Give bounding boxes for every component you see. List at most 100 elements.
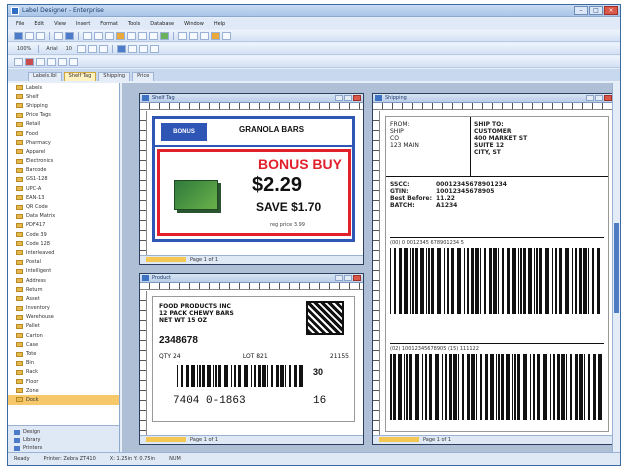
menu-insert[interactable]: Insert: [76, 21, 90, 27]
product-label[interactable]: FOOD PRODUCTS INC 12 PACK CHEWY BARS NET…: [152, 296, 355, 422]
tree-item[interactable]: Bin: [8, 359, 119, 368]
database-icon[interactable]: [211, 31, 220, 40]
panel-close-button[interactable]: [604, 95, 612, 101]
menu-format[interactable]: Format: [100, 21, 118, 27]
menu-view[interactable]: View: [54, 21, 66, 27]
minimize-button[interactable]: –: [574, 6, 588, 15]
menu-database[interactable]: Database: [150, 21, 174, 27]
rotate-icon[interactable]: [128, 44, 137, 53]
menu-window[interactable]: Window: [184, 21, 204, 27]
shipping-label[interactable]: FROM: SHIP CO 123 MAIN SHIP TO: CUSTOMER 400 …: [385, 116, 609, 432]
tree-item[interactable]: Rack: [8, 368, 119, 377]
panel-maximize-button[interactable]: [344, 95, 352, 101]
save-icon[interactable]: [36, 31, 45, 40]
tree-item[interactable]: Barcode: [8, 166, 119, 175]
bold-icon[interactable]: [77, 44, 86, 53]
close-button[interactable]: ×: [604, 6, 618, 15]
open-icon[interactable]: [25, 31, 34, 40]
tree-item[interactable]: Return: [8, 285, 119, 294]
tree-item[interactable]: PDF417: [8, 221, 119, 230]
sidebar-tab-design[interactable]: Design: [14, 428, 113, 436]
record-icon[interactable]: [25, 57, 34, 66]
shelf-tag-label[interactable]: BONUS GRANOLA BARS BONUS BUY $2.29 SAVE …: [152, 116, 355, 242]
menu-file[interactable]: File: [16, 21, 24, 27]
print-icon[interactable]: [54, 31, 63, 40]
italic-icon[interactable]: [88, 44, 97, 53]
print-preview-icon[interactable]: [65, 31, 74, 40]
tab-price[interactable]: Price: [132, 72, 155, 81]
menu-help[interactable]: Help: [214, 21, 225, 27]
next-record-icon[interactable]: [58, 57, 67, 66]
first-record-icon[interactable]: [36, 57, 45, 66]
line-tool-icon[interactable]: [138, 31, 147, 40]
tree-item[interactable]: UPC-A: [8, 184, 119, 193]
tab-labels[interactable]: Labels.lbl: [28, 72, 62, 81]
pointer-icon[interactable]: [14, 57, 23, 66]
maximize-button[interactable]: □: [589, 6, 603, 15]
tree-item[interactable]: Retail: [8, 120, 119, 129]
tree-item[interactable]: Intelligent: [8, 267, 119, 276]
tab-shelf-tag[interactable]: Shelf Tag: [63, 72, 97, 81]
text-tool-icon[interactable]: [116, 31, 125, 40]
tree-item[interactable]: Pallet: [8, 322, 119, 331]
tree-item[interactable]: Apparel: [8, 147, 119, 156]
menu-tools[interactable]: Tools: [128, 21, 140, 27]
tree-item[interactable]: GS1-128: [8, 175, 119, 184]
panel-shipping[interactable]: Shipping FROM: SHIP CO 123 MAIN SHIP TO: CUS…: [372, 93, 615, 445]
help-icon[interactable]: [222, 31, 231, 40]
tree-item[interactable]: Shelf: [8, 92, 119, 101]
zoom-select[interactable]: 100%: [17, 46, 31, 52]
panel-maximize-button[interactable]: [344, 275, 352, 281]
tree-item[interactable]: Carton: [8, 331, 119, 340]
scroll-thumb[interactable]: [614, 223, 619, 313]
tree-item[interactable]: Floor: [8, 377, 119, 386]
panel-minimize-button[interactable]: [335, 95, 343, 101]
tree-item[interactable]: Price Tags: [8, 111, 119, 120]
rect-tool-icon[interactable]: [149, 31, 158, 40]
tree-item[interactable]: Interleaved: [8, 248, 119, 257]
tree-item[interactable]: Shipping: [8, 101, 119, 110]
cut-icon[interactable]: [83, 31, 92, 40]
group-icon[interactable]: [139, 44, 148, 53]
image-tool-icon[interactable]: [160, 31, 169, 40]
panel-minimize-button[interactable]: [335, 275, 343, 281]
tab-shipping[interactable]: Shipping: [98, 72, 131, 81]
font-size-select[interactable]: 10: [66, 46, 72, 52]
barcode-tool-icon[interactable]: [127, 31, 136, 40]
tree-item[interactable]: Case: [8, 340, 119, 349]
align-left-icon[interactable]: [178, 31, 187, 40]
tree-item[interactable]: Data Matrix: [8, 212, 119, 221]
panel-product[interactable]: Product FOOD PRODUCTS INC 12 PACK CHEWY …: [139, 273, 364, 445]
tree-item[interactable]: Postal: [8, 258, 119, 267]
panel-close-button[interactable]: [353, 95, 361, 101]
underline-icon[interactable]: [99, 44, 108, 53]
paste-icon[interactable]: [105, 31, 114, 40]
tree-item[interactable]: Pharmacy: [8, 138, 119, 147]
panel-maximize-button[interactable]: [595, 95, 603, 101]
panel-shelf-tag[interactable]: Shelf Tag BONUS GRANOLA BARS BONUS BUY $…: [139, 93, 364, 265]
tree-item[interactable]: Code 128: [8, 239, 119, 248]
sidebar-tab-library[interactable]: Library: [14, 436, 113, 444]
tree-item[interactable]: QR Code: [8, 202, 119, 211]
tree-item[interactable]: Warehouse: [8, 313, 119, 322]
color-icon[interactable]: [117, 44, 126, 53]
new-icon[interactable]: [14, 31, 23, 40]
tree-item[interactable]: Asset: [8, 294, 119, 303]
panel-close-button[interactable]: [353, 275, 361, 281]
tree-item[interactable]: Inventory: [8, 304, 119, 313]
prev-record-icon[interactable]: [47, 57, 56, 66]
tree-item[interactable]: Dock: [8, 395, 119, 405]
align-center-icon[interactable]: [189, 31, 198, 40]
menu-edit[interactable]: Edit: [34, 21, 44, 27]
last-record-icon[interactable]: [69, 57, 78, 66]
vertical-scrollbar[interactable]: [612, 83, 620, 453]
sidebar-tab-printers[interactable]: Printers: [14, 444, 113, 452]
tree-item[interactable]: Address: [8, 276, 119, 285]
align-right-icon[interactable]: [200, 31, 209, 40]
font-select[interactable]: Arial: [46, 46, 57, 52]
tree-item[interactable]: Labels: [8, 83, 119, 92]
tree-item[interactable]: Food: [8, 129, 119, 138]
ungroup-icon[interactable]: [150, 44, 159, 53]
panel-minimize-button[interactable]: [586, 95, 594, 101]
copy-icon[interactable]: [94, 31, 103, 40]
